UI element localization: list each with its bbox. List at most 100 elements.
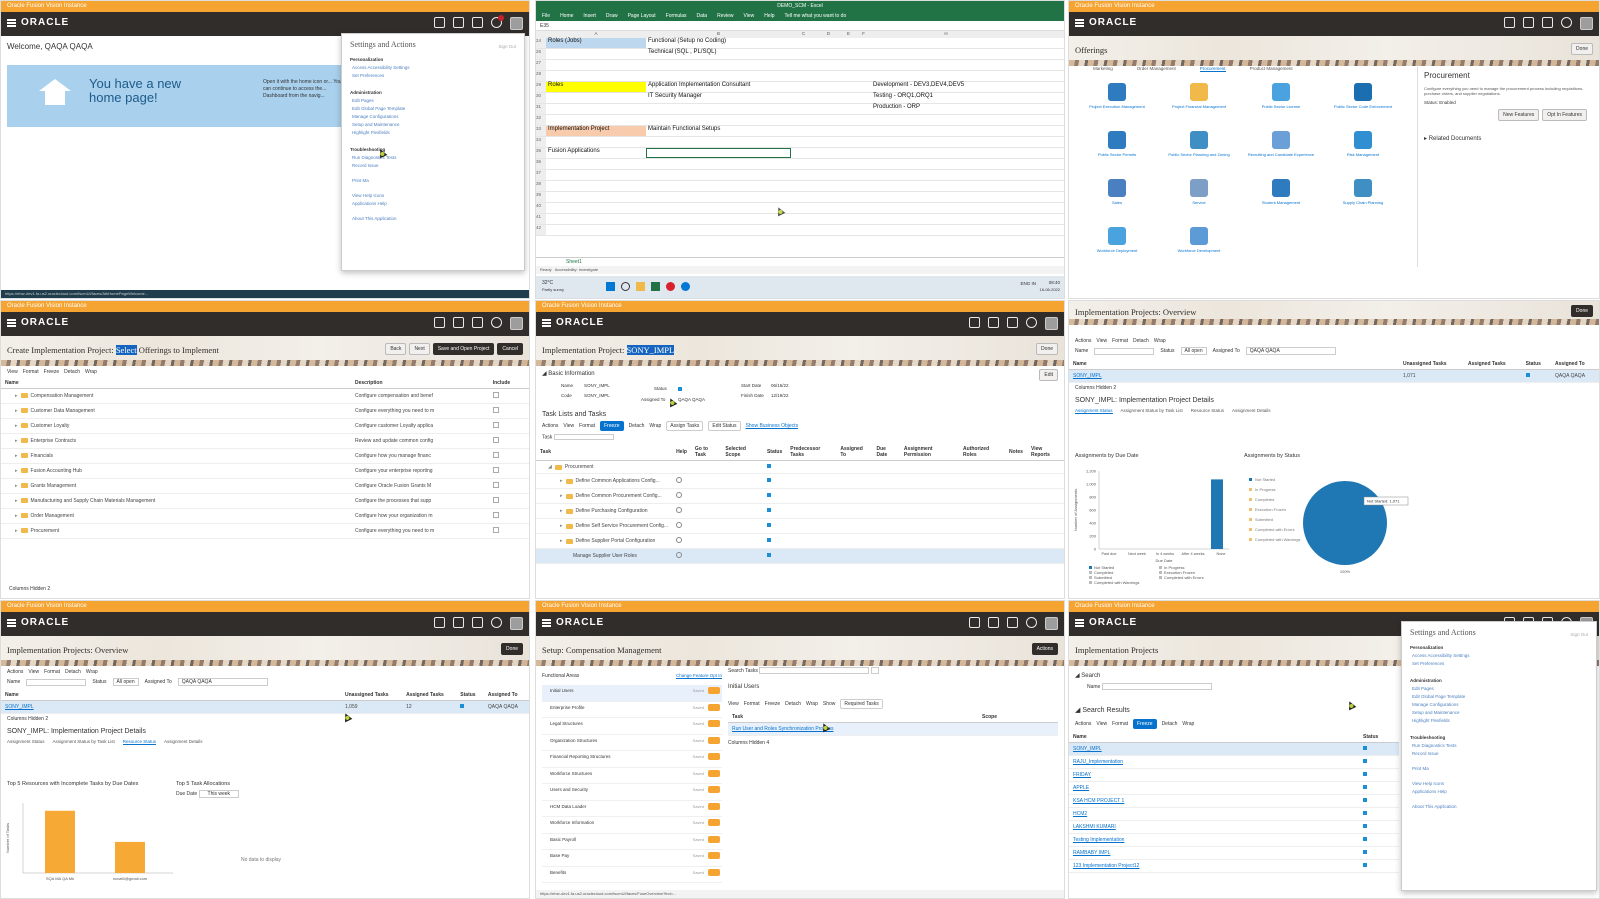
table-row[interactable]: ▸ Define Supplier Portal Configuration: [536, 533, 1064, 550]
sheet-tab[interactable]: Sheet1: [536, 257, 1064, 266]
cell-a[interactable]: Fusion Applications: [546, 148, 646, 158]
cell-b[interactable]: IT Security Manager: [646, 93, 791, 103]
cell-a[interactable]: [546, 214, 646, 224]
offering-tile[interactable]: Public Sector Permits: [1077, 131, 1157, 157]
cell-b[interactable]: [646, 60, 791, 70]
table-row[interactable]: ◢ Procurement: [536, 460, 1064, 475]
include-checkbox[interactable]: [492, 392, 499, 398]
cell-h[interactable]: [871, 60, 1021, 70]
help-icon[interactable]: [676, 492, 683, 499]
cell-b[interactable]: [646, 203, 791, 213]
table-row[interactable]: HCM2: [1069, 807, 1399, 821]
windows-icon[interactable]: [606, 282, 615, 291]
cell-h[interactable]: [871, 49, 1021, 59]
home-icon[interactable]: [434, 17, 445, 28]
cell-a[interactable]: [546, 225, 646, 235]
excel-sheet[interactable]: ABCDEFH 24 Roles (Jobs) Functional (Setup …: [536, 31, 1064, 246]
edge-icon[interactable]: [681, 282, 690, 291]
star-icon[interactable]: [453, 17, 464, 28]
expand-icon[interactable]: ▸: [15, 423, 18, 429]
menu-icon[interactable]: [7, 319, 16, 321]
table-row[interactable]: FRIDAY: [1069, 768, 1399, 782]
expand-icon[interactable]: ▸: [560, 508, 563, 514]
done-button[interactable]: Done: [501, 643, 523, 655]
cell-b[interactable]: [646, 170, 791, 180]
edit-area-icon[interactable]: [708, 736, 720, 744]
cell-h[interactable]: [871, 159, 1021, 169]
due-date-select[interactable]: This week: [198, 790, 240, 798]
sign-out-link[interactable]: Sign Out: [1570, 632, 1588, 637]
cell-a[interactable]: Implementation Project: [546, 126, 646, 136]
table-row[interactable]: ▸ Customer Data Management Configure every…: [1, 403, 529, 419]
cell-h[interactable]: [871, 225, 1021, 235]
include-checkbox[interactable]: [492, 497, 499, 503]
cell-a[interactable]: [546, 203, 646, 213]
cell-a[interactable]: [546, 71, 646, 81]
include-checkbox[interactable]: [492, 467, 499, 473]
flag-icon[interactable]: [1542, 17, 1553, 28]
menu-accessibility[interactable]: Access Accessibility Settings: [352, 65, 516, 70]
cell-h[interactable]: Production - ORP: [871, 104, 1021, 114]
functional-area-item[interactable]: Organization Structures Saved: [542, 735, 722, 751]
offering-tile[interactable]: Supply Chain Planning: [1323, 179, 1403, 205]
bell-icon[interactable]: [491, 15, 504, 28]
cell-a[interactable]: [546, 115, 646, 125]
done-button[interactable]: Done: [1571, 43, 1593, 55]
menu-diagnostics[interactable]: Run Diagnostics Tests: [352, 155, 516, 160]
search-icon[interactable]: [870, 667, 879, 674]
table-row[interactable]: SONY_IMPL: [1069, 742, 1399, 756]
offering-tile[interactable]: Student Management: [1241, 179, 1321, 205]
cell-b[interactable]: Maintain Functional Setups: [646, 126, 791, 136]
expand-icon[interactable]: ▸: [560, 478, 563, 484]
offering-tile[interactable]: Public Sector License: [1241, 83, 1321, 109]
include-checkbox[interactable]: [492, 527, 499, 533]
bell-icon[interactable]: [1026, 317, 1037, 328]
bell-icon[interactable]: [491, 617, 502, 628]
cell-a[interactable]: [546, 60, 646, 70]
cell-b[interactable]: [646, 181, 791, 191]
menu-icon[interactable]: [7, 19, 16, 21]
edit-area-icon[interactable]: [708, 852, 720, 859]
cell-b[interactable]: [646, 71, 791, 81]
bell-icon[interactable]: [1561, 17, 1572, 28]
menu-icon[interactable]: [1075, 619, 1084, 621]
table-row[interactable]: LAKSHMI KUMARI: [1069, 820, 1399, 834]
functional-area-item[interactable]: Workforce Structures Saved: [542, 768, 722, 784]
cell-a[interactable]: [546, 181, 646, 191]
search-tasks-input[interactable]: [759, 667, 870, 674]
cancel-button[interactable]: Cancel: [497, 343, 523, 355]
flag-icon[interactable]: [472, 617, 483, 628]
avatar[interactable]: [1045, 617, 1058, 630]
menu-edit-pages[interactable]: Edit Pages: [352, 98, 516, 103]
edit-button[interactable]: Edit: [1039, 369, 1058, 381]
include-checkbox[interactable]: [492, 452, 499, 458]
expand-icon[interactable]: ◢: [548, 464, 552, 470]
edit-status-button[interactable]: Edit Status: [708, 421, 741, 431]
offering-tile[interactable]: Public Sector Code Enforcement: [1323, 83, 1403, 109]
cell-a[interactable]: [546, 192, 646, 202]
table-row[interactable]: APPLE: [1069, 781, 1399, 795]
functional-area-item[interactable]: Basic Payroll Saved: [542, 834, 722, 850]
edit-area-icon[interactable]: [708, 703, 720, 711]
include-checkbox[interactable]: [492, 512, 499, 518]
opt-in-button[interactable]: Opt In Features: [1542, 109, 1587, 121]
avatar[interactable]: [1580, 17, 1593, 30]
help-icon[interactable]: [676, 552, 683, 559]
expand-icon[interactable]: ▸: [560, 538, 563, 544]
home-icon[interactable]: [969, 317, 980, 328]
table-row[interactable]: RAJU_Implementation: [1069, 755, 1399, 769]
offering-tile[interactable]: Service: [1159, 179, 1239, 205]
menu-edit-global-template[interactable]: Edit Global Page Template: [352, 106, 516, 111]
expand-icon[interactable]: ▸: [15, 468, 18, 474]
help-icon[interactable]: [676, 537, 683, 544]
cell-h[interactable]: [871, 192, 1021, 202]
project-name-input[interactable]: [1101, 683, 1212, 690]
home-icon[interactable]: [434, 317, 445, 328]
pie-slice-not-started[interactable]: [1303, 481, 1387, 565]
menu-print[interactable]: Print Ma: [352, 178, 516, 183]
save-open-button[interactable]: Save and Open Project: [432, 343, 495, 355]
edit-area-icon[interactable]: [708, 802, 720, 810]
sign-out-link[interactable]: Sign Out: [498, 44, 516, 49]
home-icon[interactable]: [1504, 17, 1515, 28]
cell-b[interactable]: [646, 115, 791, 125]
